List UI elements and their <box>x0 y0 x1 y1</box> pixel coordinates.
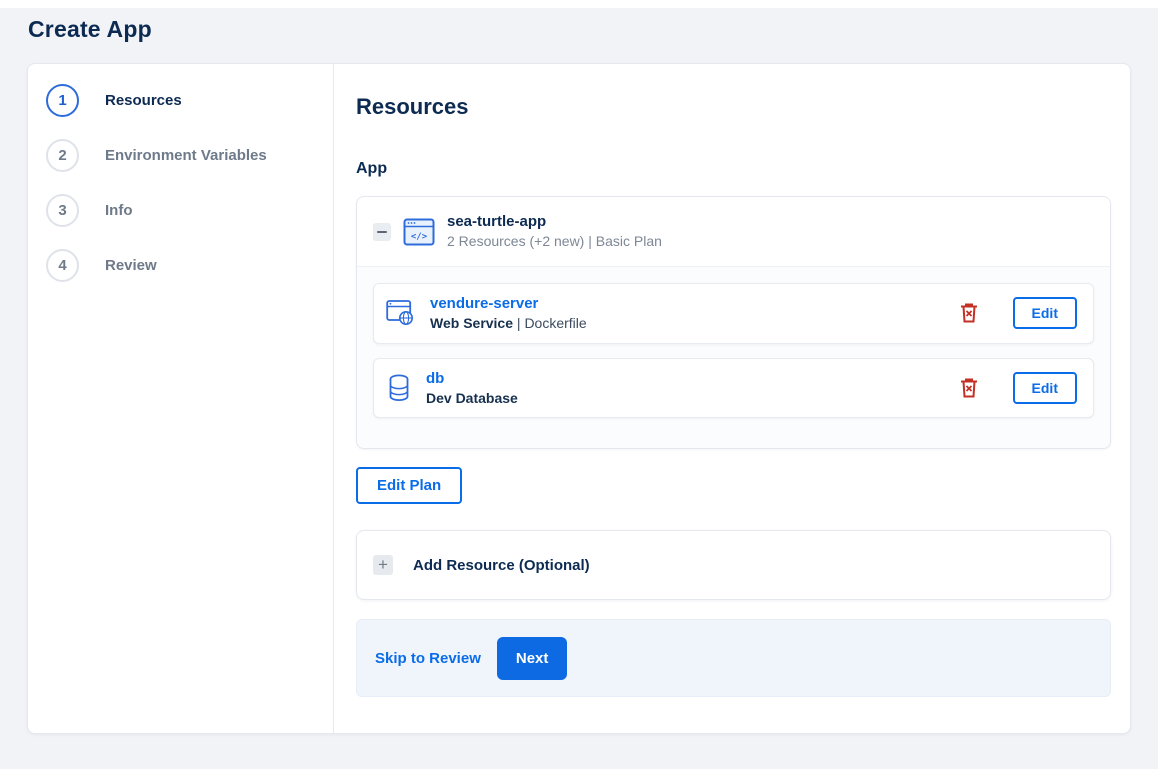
trash-icon <box>960 378 977 398</box>
resource-type: Dev Database <box>426 389 518 406</box>
resource-row-database: db Dev Database Edit <box>373 357 1094 419</box>
resource-text-block: db Dev Database <box>426 368 518 409</box>
trash-icon <box>960 303 977 323</box>
edit-resource-button[interactable]: Edit <box>1012 297 1077 330</box>
resource-type: Web Service <box>430 315 514 332</box>
next-button[interactable]: Next <box>496 636 568 680</box>
resource-meta: Dev Database <box>426 389 518 409</box>
delete-resource-button[interactable] <box>959 302 979 324</box>
step-label: Info <box>105 202 133 219</box>
app-summary: 2 Resources (+2 new) | Basic Plan <box>447 233 662 250</box>
plus-icon: + <box>373 555 393 576</box>
step-content-panel: Resources App </> sea-turtle-app 2 Resou… <box>334 64 1130 733</box>
step-info[interactable]: 3 Info <box>46 194 333 227</box>
minus-icon <box>377 230 387 233</box>
edit-plan-button[interactable]: Edit Plan <box>356 467 463 505</box>
page-header: Create App <box>0 8 1158 63</box>
resource-text-block: vendure-server Web Service | Dockerfile <box>430 293 587 334</box>
step-number-badge: 2 <box>46 139 79 172</box>
resource-separator: | <box>516 315 521 332</box>
step-number-badge: 3 <box>46 194 79 227</box>
collapse-app-button[interactable] <box>373 222 391 241</box>
resource-row-web-service: vendure-server Web Service | Dockerfile <box>373 283 1094 344</box>
step-review[interactable]: 4 Review <box>46 249 333 282</box>
svg-text:</>: </> <box>411 232 428 242</box>
content-heading: Resources <box>356 94 469 119</box>
page-title: Create App <box>28 16 152 42</box>
step-label: Environment Variables <box>105 147 267 164</box>
resource-source: Dockerfile <box>524 315 587 332</box>
app-window-code-icon: </> <box>403 218 435 246</box>
create-app-wizard-card: 1 Resources 2 Environment Variables 3 In… <box>27 63 1131 735</box>
step-resources[interactable]: 1 Resources <box>46 84 333 117</box>
resource-name-link[interactable]: db <box>426 370 444 387</box>
edit-resource-button[interactable]: Edit <box>1012 372 1077 405</box>
browser-globe-icon <box>386 299 416 327</box>
delete-resource-button[interactable] <box>959 377 979 399</box>
resource-meta: Web Service | Dockerfile <box>430 314 587 334</box>
app-title-block: sea-turtle-app 2 Resources (+2 new) | Ba… <box>447 212 662 251</box>
step-label: Resources <box>105 92 182 109</box>
app-name: sea-turtle-app <box>447 213 547 230</box>
step-label: Review <box>105 257 157 274</box>
wizard-steps-sidebar: 1 Resources 2 Environment Variables 3 In… <box>28 64 334 734</box>
database-cylinder-icon <box>386 373 412 403</box>
app-section-label: App <box>356 160 388 177</box>
add-resource-label: Add Resource (Optional) <box>413 556 590 574</box>
top-strip <box>0 0 1158 8</box>
app-card: </> sea-turtle-app 2 Resources (+2 new) … <box>356 196 1111 450</box>
app-resources-list: vendure-server Web Service | Dockerfile <box>357 267 1110 449</box>
add-resource-section[interactable]: + Add Resource (Optional) <box>356 530 1111 601</box>
step-number-badge: 1 <box>46 84 79 117</box>
wizard-footer: Skip to Review Next <box>356 619 1111 698</box>
app-card-header: </> sea-turtle-app 2 Resources (+2 new) … <box>357 197 1110 268</box>
resource-name-link[interactable]: vendure-server <box>430 295 538 312</box>
skip-to-review-link[interactable]: Skip to Review <box>375 650 481 667</box>
step-environment-variables[interactable]: 2 Environment Variables <box>46 139 333 172</box>
step-number-badge: 4 <box>46 249 79 282</box>
